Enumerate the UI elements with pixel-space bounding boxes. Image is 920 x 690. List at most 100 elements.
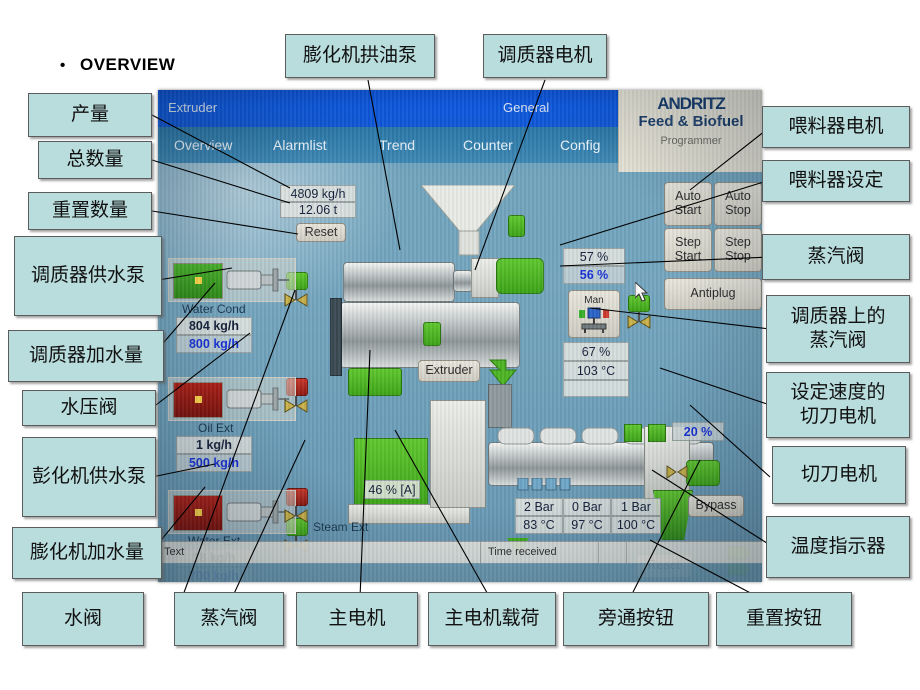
temperature-zone-2: 97 °C: [563, 516, 611, 534]
temperature-zone-1: 83 °C: [515, 516, 563, 534]
bypass-button[interactable]: Bypass: [688, 495, 744, 517]
alarm-column-divider-2: [598, 542, 599, 564]
oil-ext-actual: 1 kg/h: [176, 436, 252, 454]
water-valve-icon[interactable]: [283, 504, 309, 528]
bottom-strip: [158, 563, 762, 582]
water-cond-run-lamp: [173, 263, 223, 299]
callout-label: 蒸汽阀: [200, 608, 258, 630]
callout-steam-valve-bottom: 蒸汽阀: [174, 592, 284, 646]
tab-alarmlist[interactable]: Alarmlist: [273, 137, 327, 153]
logo-tagline: Feed & Biofuel: [638, 113, 744, 130]
pressure-zone-2: 0 Bar: [563, 498, 611, 516]
steam-valve-mode-panel[interactable]: Man: [568, 290, 620, 338]
pump-icon: [226, 500, 289, 524]
pump-icon: [226, 268, 289, 292]
callout-label: 喂料器设定: [788, 170, 884, 192]
titlebar-right-title: General: [503, 100, 550, 115]
conditioner-barrel-upper: [343, 262, 455, 302]
callout-conditioner-motor: 调质器电机: [483, 34, 607, 78]
callout-reset-quantity: 重置数量: [28, 192, 152, 230]
water-cond-label: Water Cond: [182, 302, 246, 316]
steam-valve-icon[interactable]: [626, 310, 652, 334]
callout-cutter-motor: 切刀电机: [772, 446, 906, 504]
callout-conditioner-water-amount: 调质器加水量: [8, 330, 164, 382]
callout-total-quantity: 总数量: [38, 141, 152, 179]
oil-ext-setpoint: 500 kg/h: [176, 454, 252, 472]
callout-label: 温度指示器: [790, 536, 886, 558]
tab-config[interactable]: Config: [560, 137, 600, 153]
antiplug-button[interactable]: Antiplug: [664, 278, 762, 310]
callout-label: 主电机: [328, 608, 386, 630]
callout-main-motor: 主电机: [296, 592, 418, 646]
callout-label: 重置按钮: [745, 608, 822, 630]
callout-label: 膨化机加水量: [29, 542, 144, 564]
water-pressure-valve-icon[interactable]: [283, 394, 309, 418]
pump-card-water-ext[interactable]: [168, 490, 296, 534]
callout-extruder-water-pump: 彭化机供水泵: [22, 437, 156, 517]
auto-start-button[interactable]: Auto Start: [664, 182, 712, 226]
callout-feeder-setpoint: 喂料器设定: [762, 160, 910, 202]
callout-label: 旁通按钮: [597, 608, 674, 630]
conditioner-level-lamp: [423, 322, 441, 346]
callout-conditioner-steam-valve: 调质器上的 蒸汽阀: [766, 295, 910, 363]
slide-bullet-line: • OVERVIEW: [60, 55, 175, 75]
page-title: OVERVIEW: [80, 55, 176, 74]
alarm-text-column-header: Text: [164, 546, 185, 558]
pump-card-water-cond[interactable]: [168, 258, 296, 302]
pump-card-oil-ext[interactable]: [168, 377, 296, 421]
andritz-logo: ANDRITZ Feed & Biofuel Programmer: [618, 90, 762, 172]
valve-mode-label: Man: [584, 294, 604, 306]
feeder-motor-graphic: [496, 258, 544, 294]
callout-temperature-indicator: 温度指示器: [766, 516, 910, 578]
conditioner-temperature-readout: 103 °C: [563, 361, 629, 380]
callout-label: 产量: [70, 104, 109, 126]
tab-counter[interactable]: Counter: [463, 137, 513, 153]
pump-icon: [226, 387, 289, 411]
total-quantity-readout: 12.06 t: [280, 202, 356, 218]
step-start-button[interactable]: Step Start: [664, 228, 712, 272]
cutter-valve-icon[interactable]: [666, 462, 688, 482]
callout-label: 水阀: [63, 608, 102, 630]
callout-label: 总数量: [66, 149, 124, 171]
auto-stop-button[interactable]: Auto Stop: [714, 182, 762, 226]
callout-label: 调质器上的 蒸汽阀: [790, 306, 886, 351]
tab-overview[interactable]: Overview: [174, 137, 232, 153]
callout-label: 调质器供水泵: [30, 265, 145, 287]
callout-label: 喂料器电机: [788, 116, 884, 138]
water-cond-valve-icon[interactable]: [283, 288, 309, 312]
callout-feeder-motor: 喂料器电机: [762, 106, 910, 148]
water-ext-run-lamp: [173, 495, 223, 531]
feeder-actual-readout: 57 %: [563, 248, 625, 266]
callout-extruder-water-amount: 膨化机加水量: [12, 527, 162, 579]
conditioner-spare-readout: [563, 380, 629, 397]
callout-label: 彭化机供水泵: [31, 466, 146, 488]
callout-label: 主电机载荷: [444, 608, 540, 630]
callout-output-rate: 产量: [28, 93, 152, 137]
callout-label: 膨化机拱油泵: [302, 45, 417, 67]
oil-ext-label: Oil Ext: [198, 421, 234, 435]
callout-label: 调质器电机: [497, 45, 593, 67]
temperature-zone-3: 100 °C: [611, 516, 661, 534]
barrel-sensor-ports: [517, 478, 571, 491]
extruder-tag-button[interactable]: Extruder: [418, 360, 480, 382]
conditioner-end-plate: [330, 298, 342, 376]
pressure-zone-3: 1 Bar: [611, 498, 661, 516]
cutter-lamp-1: [624, 424, 642, 442]
step-stop-button[interactable]: Step Stop: [714, 228, 762, 272]
gearbox-upper: [471, 258, 499, 298]
tab-trend[interactable]: Trend: [379, 137, 415, 153]
hmi-screen-photo[interactable]: Extruder General Overview Alarmlist Tren…: [158, 90, 762, 582]
callout-reset-button: 重置按钮: [716, 592, 852, 646]
main-motor-load-readout: 46 % [A]: [364, 480, 420, 499]
callout-label: 切刀电机: [800, 464, 877, 486]
control-valve-icon: [579, 307, 609, 333]
callout-label: 重置数量: [51, 200, 128, 222]
titlebar-left-title: Extruder: [168, 100, 218, 115]
mouse-cursor-icon: [635, 282, 649, 302]
feed-hopper: [420, 185, 516, 256]
feeder-setpoint-readout: 56 %: [563, 266, 625, 284]
callout-extruder-oil-pump: 膨化机拱油泵: [285, 34, 435, 78]
logo-role: Programmer: [660, 135, 722, 147]
cutter-motor-graphic: [686, 460, 720, 486]
counter-reset-button[interactable]: Reset: [296, 223, 346, 242]
